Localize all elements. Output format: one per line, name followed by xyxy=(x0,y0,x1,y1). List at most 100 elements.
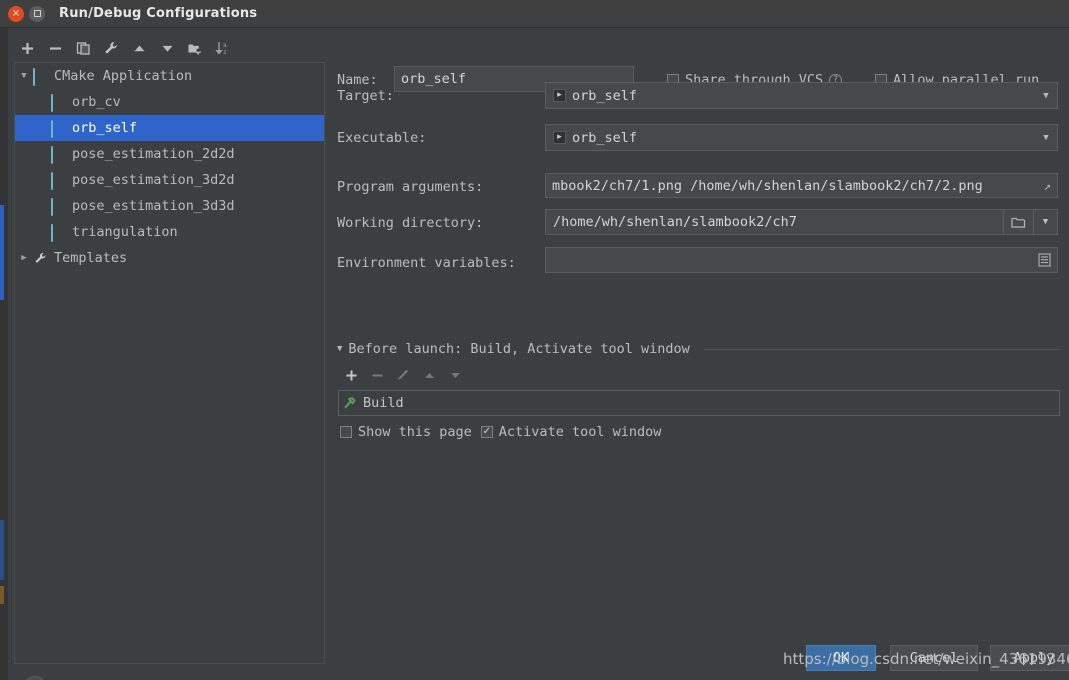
remove-configuration-button[interactable] xyxy=(42,37,68,59)
target-label: Target: xyxy=(337,88,394,104)
activate-tool-window-checkbox[interactable] xyxy=(480,426,493,438)
plus-icon xyxy=(346,370,356,380)
close-icon: × xyxy=(11,7,21,19)
tree-item-label: orb_cv xyxy=(72,94,121,110)
arrow-down-icon xyxy=(162,45,172,52)
tree-item-label: pose_estimation_2d2d xyxy=(72,146,235,162)
pencil-icon xyxy=(398,369,408,380)
svg-text:z: z xyxy=(223,49,227,56)
chevron-down-icon[interactable]: ▼ xyxy=(15,71,33,81)
maximize-icon xyxy=(33,10,41,17)
working-directory-value: /home/wh/shenlan/slambook2/ch7 xyxy=(553,214,797,230)
arrow-up-icon xyxy=(134,45,144,51)
window-maximize-button[interactable] xyxy=(29,5,45,22)
activate-tool-window-row[interactable]: Activate tool window xyxy=(480,424,662,440)
before-launch-toolbar xyxy=(340,364,466,386)
before-launch-task-list[interactable]: Build xyxy=(338,390,1060,416)
sort-az-icon: a z xyxy=(215,42,227,56)
chevron-down-icon[interactable]: ▼ xyxy=(1035,133,1057,143)
program-arguments-input[interactable]: mbook2/ch7/1.png /home/wh/shenlan/slambo… xyxy=(545,173,1058,198)
tree-item-label: pose_estimation_3d3d xyxy=(72,198,235,214)
cmake-target-icon xyxy=(51,172,67,190)
run-executable-icon: ▸ xyxy=(553,131,566,144)
minus-icon xyxy=(372,374,382,376)
before-launch-options: Show this page Activate tool window xyxy=(340,424,661,440)
executable-combobox[interactable]: ▸ orb_self ▼ xyxy=(545,124,1058,151)
tree-item-label: pose_estimation_3d2d xyxy=(72,172,235,188)
run-target-icon: ▸ xyxy=(553,89,566,102)
tree-item-templates[interactable]: ▶ Templates xyxy=(15,245,324,271)
tree-item-pose-estimation-3d2d[interactable]: ▶pose_estimation_3d2d xyxy=(15,167,324,193)
help-button[interactable]: ? xyxy=(24,676,46,680)
window-titlebar: × Run/Debug Configurations xyxy=(0,0,1069,28)
tree-item-cmake-application[interactable]: ▼ CMake Application xyxy=(15,63,324,89)
edit-templates-button[interactable] xyxy=(98,37,124,59)
wrench-icon xyxy=(33,251,49,265)
expand-editor-icon[interactable]: ↗ xyxy=(1040,179,1051,193)
cmake-target-icon xyxy=(51,146,67,164)
watermark-text: https://blog.csdn.net/weixin_43619346 xyxy=(783,650,1069,668)
tree-item-orb-self[interactable]: ▶orb_self xyxy=(15,115,324,141)
environment-variables-label: Environment variables: xyxy=(337,255,516,271)
move-down-button[interactable] xyxy=(154,37,180,59)
browse-folder-button[interactable] xyxy=(1003,210,1033,234)
move-up-button[interactable] xyxy=(126,37,152,59)
tree-item-triangulation[interactable]: ▶triangulation xyxy=(15,219,324,245)
cmake-target-icon xyxy=(51,224,67,242)
name-label: Name: xyxy=(337,72,378,88)
target-value: orb_self xyxy=(572,87,638,104)
program-arguments-label: Program arguments: xyxy=(337,179,484,195)
chevron-right-icon[interactable]: ▶ xyxy=(15,253,33,263)
add-task-button[interactable] xyxy=(340,365,362,385)
task-label: Build xyxy=(363,395,404,411)
configurations-toolbar: a z xyxy=(14,36,324,60)
working-directory-label: Working directory: xyxy=(337,215,484,231)
show-this-page-checkbox[interactable] xyxy=(340,426,352,438)
executable-label: Executable: xyxy=(337,130,427,146)
tree-item-pose-estimation-2d2d[interactable]: ▶pose_estimation_2d2d xyxy=(15,141,324,167)
activate-tool-window-label: Activate tool window xyxy=(498,424,662,440)
task-move-down-button[interactable] xyxy=(444,365,466,385)
configuration-form: Name: orb_self Share through VCS ? Allow… xyxy=(330,28,1069,638)
tree-item-orb-cv[interactable]: ▶orb_cv xyxy=(15,89,324,115)
tree-item-label: orb_self xyxy=(72,120,138,136)
before-launch-title: Before launch: Build, Activate tool wind… xyxy=(348,341,690,357)
tree-item-label: CMake Application xyxy=(54,68,193,84)
edit-task-button[interactable] xyxy=(392,365,414,385)
chevron-down-icon[interactable]: ▼ xyxy=(1035,91,1057,101)
target-combobox[interactable]: ▸ orb_self ▼ xyxy=(545,82,1058,109)
svg-text:a: a xyxy=(223,42,227,49)
arrow-up-icon xyxy=(424,372,434,378)
before-launch-header[interactable]: ▼ Before launch: Build, Activate tool wi… xyxy=(337,340,1060,358)
collapse-triangle-icon[interactable]: ▼ xyxy=(337,344,342,354)
show-this-page-row[interactable]: Show this page xyxy=(340,424,472,440)
remove-task-button[interactable] xyxy=(366,365,388,385)
sort-configurations-button[interactable]: a z xyxy=(210,37,236,59)
configurations-left-pane: a z ▼CMake Application▶orb_cv▶orb_self▶p… xyxy=(8,28,330,680)
task-move-up-button[interactable] xyxy=(418,365,440,385)
folder-icon xyxy=(1011,217,1026,228)
window-title: Run/Debug Configurations xyxy=(59,6,258,21)
cmake-application-icon xyxy=(33,68,49,86)
plus-icon xyxy=(21,42,33,54)
environment-variables-input[interactable] xyxy=(545,247,1058,273)
tree-item-label: triangulation xyxy=(72,224,178,240)
copy-configuration-button[interactable] xyxy=(70,37,96,59)
run-debug-configurations-dialog: × Run/Debug Configurations a z ▼ CMake A… xyxy=(0,0,1069,680)
tree-item-pose-estimation-3d3d[interactable]: ▶pose_estimation_3d3d xyxy=(15,193,324,219)
add-configuration-button[interactable] xyxy=(14,37,40,59)
working-directory-history-button[interactable]: ▼ xyxy=(1033,210,1057,234)
desktop-edge-strip xyxy=(0,0,8,680)
program-arguments-value: mbook2/ch7/1.png /home/wh/shenlan/slambo… xyxy=(552,177,983,194)
before-launch-rule xyxy=(703,348,1060,350)
environment-variables-editor-icon[interactable] xyxy=(1038,253,1051,267)
minus-icon xyxy=(49,46,61,50)
show-this-page-label: Show this page xyxy=(358,424,472,440)
executable-value: orb_self xyxy=(572,129,638,146)
working-directory-field[interactable]: /home/wh/shenlan/slambook2/ch7 ▼ xyxy=(545,209,1058,235)
cmake-target-icon xyxy=(51,94,67,112)
window-close-button[interactable]: × xyxy=(8,5,24,22)
configurations-tree[interactable]: ▼CMake Application▶orb_cv▶orb_self▶pose_… xyxy=(14,62,325,664)
arrow-down-icon xyxy=(450,372,460,378)
move-into-folder-button[interactable] xyxy=(182,37,208,59)
